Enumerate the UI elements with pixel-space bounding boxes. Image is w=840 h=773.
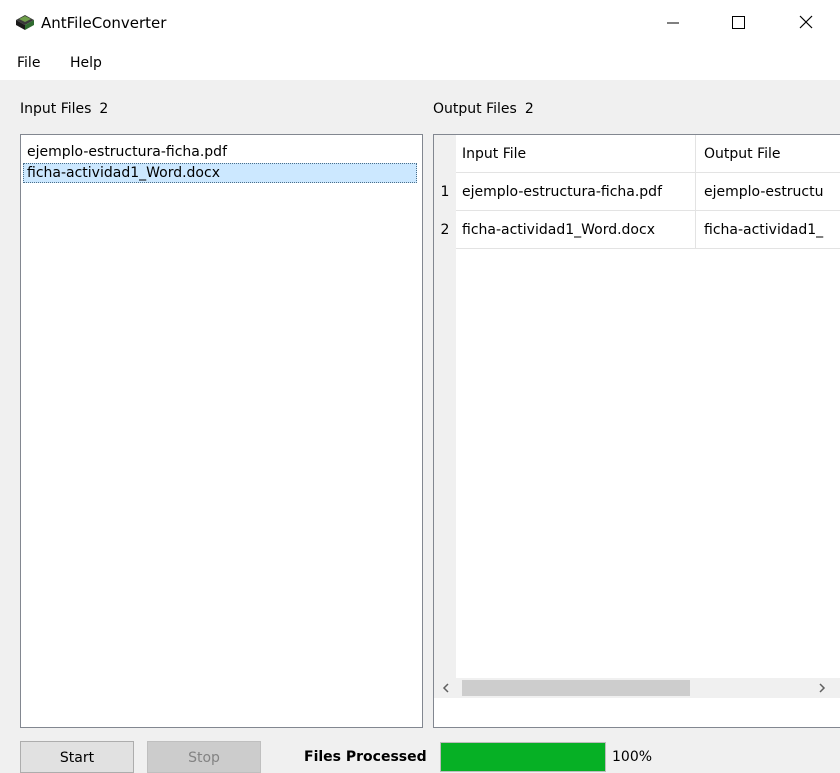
start-button[interactable]: Start [20,741,134,773]
row-header[interactable]: 2 [434,211,456,249]
grid-cell-output[interactable]: ejemplo-estructu [696,173,840,211]
output-files-count: 2 [524,101,534,117]
grid-cell-input[interactable]: ficha-actividad1_Word.docx [456,211,696,249]
list-item[interactable]: ejemplo-estructura-ficha.pdf [23,142,227,162]
menu-bar: File Help [0,46,840,80]
ant-app-icon [16,15,34,30]
output-file-grid[interactable]: Input File Output File 1 ejemplo-estruct… [433,134,840,728]
row-header[interactable]: 1 [434,173,456,211]
close-icon [799,15,813,29]
progress-bar [440,742,606,772]
output-files-title: Output Files [433,101,517,117]
scroll-thumb[interactable] [462,680,690,696]
stop-button[interactable]: Stop [147,741,261,773]
files-processed-label: Files Processed [304,749,427,765]
minimize-icon [667,22,679,24]
input-file-list[interactable]: ejemplo-estructura-ficha.pdf ficha-activ… [20,134,423,728]
output-files-label: Output Files 2 [433,100,534,118]
grid-cell-output[interactable]: ficha-actividad1_ [696,211,840,249]
grid-cell-input[interactable]: ejemplo-estructura-ficha.pdf [456,173,696,211]
list-item-selected[interactable]: ficha-actividad1_Word.docx [23,163,417,183]
maximize-button[interactable] [712,0,764,46]
menu-file[interactable]: File [17,54,40,72]
title-bar: AntFileConverter [0,0,840,46]
maximize-icon [732,16,745,29]
chevron-right-icon[interactable] [814,678,830,698]
progress-percent: 100% [612,749,653,765]
minimize-button[interactable] [646,0,698,46]
close-button[interactable] [780,0,832,46]
menu-help[interactable]: Help [70,54,102,72]
input-files-label: Input Files 2 [20,100,108,118]
column-header-output-file[interactable]: Output File [696,135,840,173]
progress-fill [441,743,605,771]
input-files-count: 2 [99,101,109,117]
horizontal-scrollbar[interactable] [434,678,840,698]
column-header-input-file[interactable]: Input File [456,135,696,173]
input-files-title: Input Files [20,101,92,117]
grid-corner [434,135,456,173]
chevron-left-icon[interactable] [438,678,454,698]
window-title: AntFileConverter [41,14,167,32]
